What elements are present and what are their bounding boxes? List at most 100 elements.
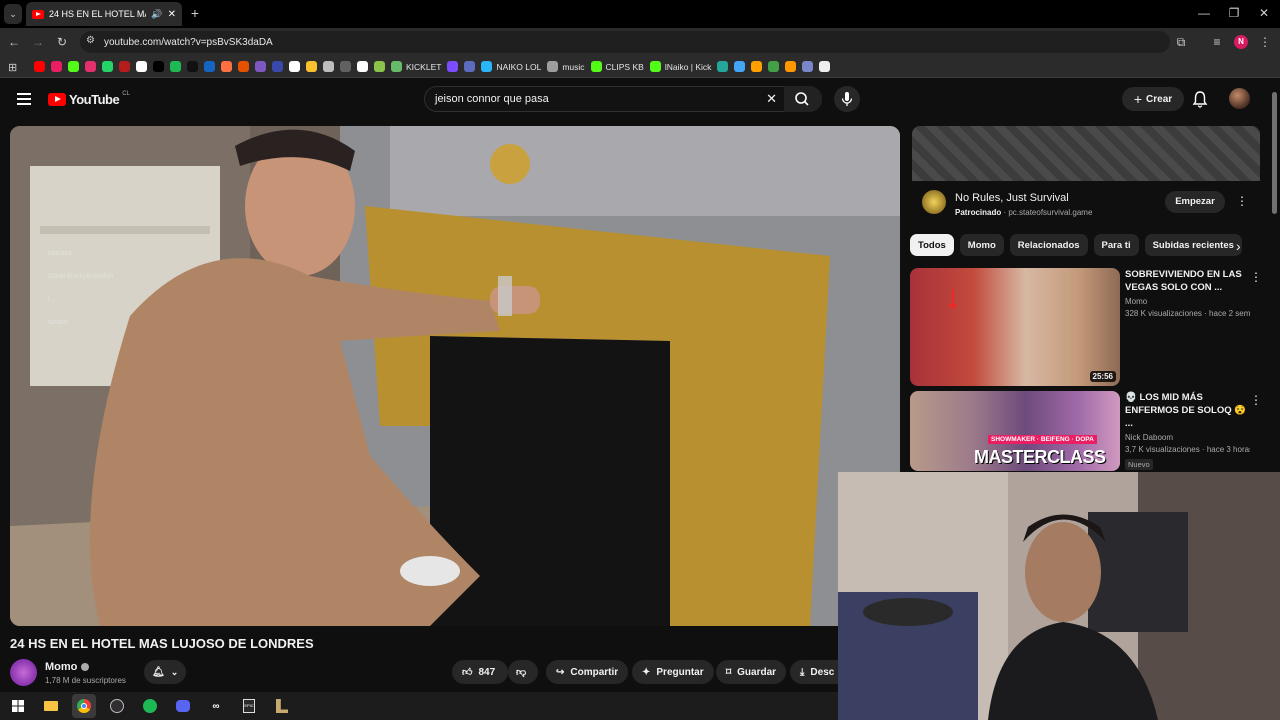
like-button[interactable]: 👍︎ 847 xyxy=(452,660,508,684)
back-icon[interactable]: ← xyxy=(4,32,24,52)
ad-cta-button[interactable]: Empezar xyxy=(1165,191,1225,213)
search-input[interactable]: jeison connor que pasa ✕ xyxy=(424,86,822,112)
bookmark-item[interactable] xyxy=(819,60,831,74)
chip-relacionados[interactable]: Relacionados xyxy=(1009,234,1088,256)
chip-todos[interactable]: Todos xyxy=(910,234,954,256)
bookmark-item[interactable] xyxy=(85,60,96,74)
speaker-icon[interactable]: 🔊 xyxy=(151,9,162,20)
bookmark-item[interactable] xyxy=(340,60,351,74)
app-icon[interactable]: ∞ xyxy=(204,694,228,718)
ad-more-icon[interactable]: ⋮ xyxy=(1236,194,1248,208)
spotify-icon[interactable] xyxy=(138,694,162,718)
windows-start-icon[interactable] xyxy=(6,694,30,718)
ad-card[interactable]: No Rules, Just Survival Patrocinado · pc… xyxy=(912,126,1260,226)
tab-active[interactable]: 24 HS EN EL HOTEL MAS LU 🔊 ✕ xyxy=(26,2,182,26)
bookmark-item[interactable] xyxy=(464,60,476,74)
channel-avatar[interactable] xyxy=(10,659,37,686)
recommendation-thumbnail[interactable]: ↓ 25:56 xyxy=(910,268,1120,386)
recommendation-more-icon[interactable]: ⋮ xyxy=(1250,393,1262,407)
reload-icon[interactable]: ↻ xyxy=(52,32,72,52)
recommendation-more-icon[interactable]: ⋮ xyxy=(1250,270,1262,284)
bookmark-item[interactable] xyxy=(187,60,198,74)
bookmark-item[interactable] xyxy=(170,60,181,74)
bookmark-item[interactable] xyxy=(238,60,249,74)
ask-button[interactable]: ✦ Preguntar xyxy=(632,660,714,684)
recommendation-thumbnail[interactable]: SHOWMAKER · BEIFENG · DOPA MASTERCLASS xyxy=(910,391,1120,471)
share-button[interactable]: ↪ Compartir xyxy=(546,660,629,684)
maximize-button[interactable]: ❐ xyxy=(1224,3,1244,23)
chrome-icon[interactable] xyxy=(72,694,96,718)
account-avatar[interactable] xyxy=(1229,88,1250,109)
bookmark-item[interactable]: NAIKO LOL xyxy=(481,60,541,74)
bookmark-item[interactable] xyxy=(734,60,746,74)
youtube-logo[interactable]: YouTube CL xyxy=(48,91,130,107)
bookmark-item[interactable] xyxy=(272,60,283,74)
tab-close-icon[interactable]: ✕ xyxy=(168,9,176,20)
bookmark-item[interactable] xyxy=(717,60,729,74)
bookmark-item[interactable] xyxy=(323,60,334,74)
browser-menu-icon[interactable]: ⋮ xyxy=(1258,32,1272,52)
bookmark-item[interactable] xyxy=(119,60,130,74)
bookmark-item[interactable] xyxy=(785,60,797,74)
recommendation-title[interactable]: 💀 LOS MID MÁS ENFERMOS DE SOLOQ 😵 ... xyxy=(1125,391,1250,430)
apps-grid-icon[interactable]: ⊞ xyxy=(8,61,17,74)
dislike-button[interactable]: 👎︎ xyxy=(508,660,538,684)
recommendation-item[interactable]: SHOWMAKER · BEIFENG · DOPA MASTERCLASS 💀… xyxy=(910,391,1262,471)
bookmark-item[interactable] xyxy=(289,60,300,74)
clear-search-icon[interactable]: ✕ xyxy=(766,91,777,107)
media-controls-icon[interactable]: ≡ xyxy=(1208,32,1226,52)
forward-icon[interactable]: → xyxy=(28,32,48,52)
create-button[interactable]: + Crear xyxy=(1122,87,1184,111)
page-scrollbar[interactable] xyxy=(1272,92,1277,214)
address-bar[interactable]: ⚙ youtube.com/watch?v=psBvSK3daDA xyxy=(80,31,1170,53)
file-explorer-icon[interactable] xyxy=(39,694,63,718)
channel-name[interactable]: Momo xyxy=(45,661,90,673)
extensions-icon[interactable]: ⧉ xyxy=(1172,32,1190,52)
chip-para-ti[interactable]: Para ti xyxy=(1093,234,1139,256)
bookmark-item[interactable] xyxy=(34,60,45,74)
bookmark-item[interactable] xyxy=(102,60,113,74)
hamburger-menu-icon[interactable] xyxy=(17,93,31,105)
save-button[interactable]: ⌑ Guardar xyxy=(716,660,787,684)
search-button[interactable] xyxy=(784,86,822,112)
bookmark-item[interactable] xyxy=(802,60,814,74)
bookmark-item[interactable] xyxy=(751,60,763,74)
recommendation-item[interactable]: ↓ 25:56 SOBREVIVIENDO EN LAS VEGAS SOLO … xyxy=(910,268,1262,386)
bookmark-item[interactable] xyxy=(136,60,147,74)
bookmark-item[interactable] xyxy=(447,60,459,74)
obs-icon[interactable] xyxy=(105,694,129,718)
bookmark-item[interactable]: music xyxy=(547,60,585,74)
recommendation-title[interactable]: SOBREVIVIENDO EN LAS VEGAS SOLO CON ... xyxy=(1125,268,1250,294)
bookmark-item[interactable] xyxy=(374,60,385,74)
league-icon[interactable] xyxy=(270,694,294,718)
site-info-icon[interactable]: ⚙ xyxy=(86,35,95,46)
new-tab-button[interactable]: + xyxy=(186,3,204,23)
notifications-bell-icon[interactable] xyxy=(1192,90,1208,113)
chips-next-chevron-icon[interactable]: › xyxy=(1236,238,1241,254)
profile-avatar[interactable]: N xyxy=(1234,35,1248,49)
bookmark-item[interactable] xyxy=(768,60,780,74)
bookmark-item[interactable]: lNaiko | Kick xyxy=(649,60,711,74)
discord-icon[interactable] xyxy=(171,694,195,718)
bookmark-item[interactable] xyxy=(51,60,62,74)
download-button[interactable]: ⤓ Desc xyxy=(790,660,838,684)
bookmark-item[interactable] xyxy=(68,60,79,74)
video-player[interactable]: barraza Gardi RockyBrandon l... tunare xyxy=(10,126,900,626)
bookmark-item[interactable] xyxy=(357,60,368,74)
bookmark-item[interactable]: CLIPS KB xyxy=(590,60,644,74)
epic-games-icon[interactable]: EPIC xyxy=(237,694,261,718)
bookmark-item[interactable] xyxy=(204,60,215,74)
voice-search-button[interactable] xyxy=(834,86,860,112)
bookmark-item[interactable] xyxy=(153,60,164,74)
tab-search-button[interactable]: ⌄ xyxy=(4,4,22,24)
bookmark-item[interactable]: KICKLET xyxy=(391,60,441,74)
notifications-subscribe-button[interactable]: 🔔︎ ⌄ xyxy=(144,660,187,684)
recommendation-channel[interactable]: Nick Daboom xyxy=(1125,433,1250,442)
chip-subidas-recientes[interactable]: Subidas recientes xyxy=(1144,234,1242,256)
bookmark-item[interactable] xyxy=(255,60,266,74)
bookmark-item[interactable] xyxy=(306,60,317,74)
minimize-button[interactable]: — xyxy=(1194,3,1214,23)
close-window-button[interactable]: ✕ xyxy=(1254,3,1274,23)
bookmark-item[interactable] xyxy=(221,60,232,74)
recommendation-channel[interactable]: Momo xyxy=(1125,297,1250,306)
